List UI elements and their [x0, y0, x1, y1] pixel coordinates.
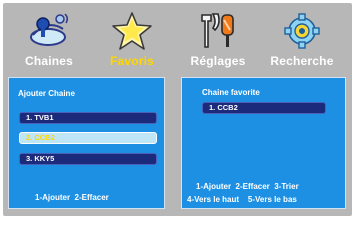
tab-favoris-label: Favoris: [109, 54, 155, 68]
add-channel-panel: Ajouter Chaine 1. TVB1 2. CCB2 3. KKY5 1…: [8, 77, 165, 209]
search-gear-icon: [284, 13, 320, 49]
add-channel-help: 1-Ajouter 2-Effacer: [35, 193, 109, 202]
add-channel-title: Ajouter Chaine: [18, 89, 75, 98]
tab-recherche-label: Recherche: [270, 54, 334, 68]
favorites-menu-screen: Chaines Favoris Réglages Recherche Ajout…: [3, 3, 352, 216]
tab-reglages-label: Réglages: [190, 54, 246, 68]
channel-item-ccb2[interactable]: 2. CCB2: [19, 132, 157, 144]
favorite-item-ccb2[interactable]: 1. CCB2: [202, 102, 326, 114]
star-icon: [112, 12, 152, 50]
favorite-channel-panel: Chaine favorite 1. CCB2 1-Ajouter 2-Effa…: [181, 77, 346, 209]
favorite-help-line2: 4-Vers le haut 5-Vers le bas: [187, 195, 297, 204]
favorite-channel-title: Chaine favorite: [202, 88, 260, 97]
tab-favoris[interactable]: Favoris: [93, 11, 171, 73]
channel-item-kky5[interactable]: 3. KKY5: [19, 153, 157, 165]
tab-chaines[interactable]: Chaines: [11, 11, 87, 73]
tools-icon: [201, 13, 234, 48]
channel-item-tvb1[interactable]: 1. TVB1: [19, 112, 157, 124]
tab-reglages[interactable]: Réglages: [173, 11, 263, 73]
favorite-help-line1: 1-Ajouter 2-Effacer 3-Trier: [196, 182, 299, 191]
tab-recherche[interactable]: Recherche: [259, 11, 345, 73]
satellite-icon: [30, 13, 69, 46]
tab-chaines-label: Chaines: [24, 54, 74, 68]
